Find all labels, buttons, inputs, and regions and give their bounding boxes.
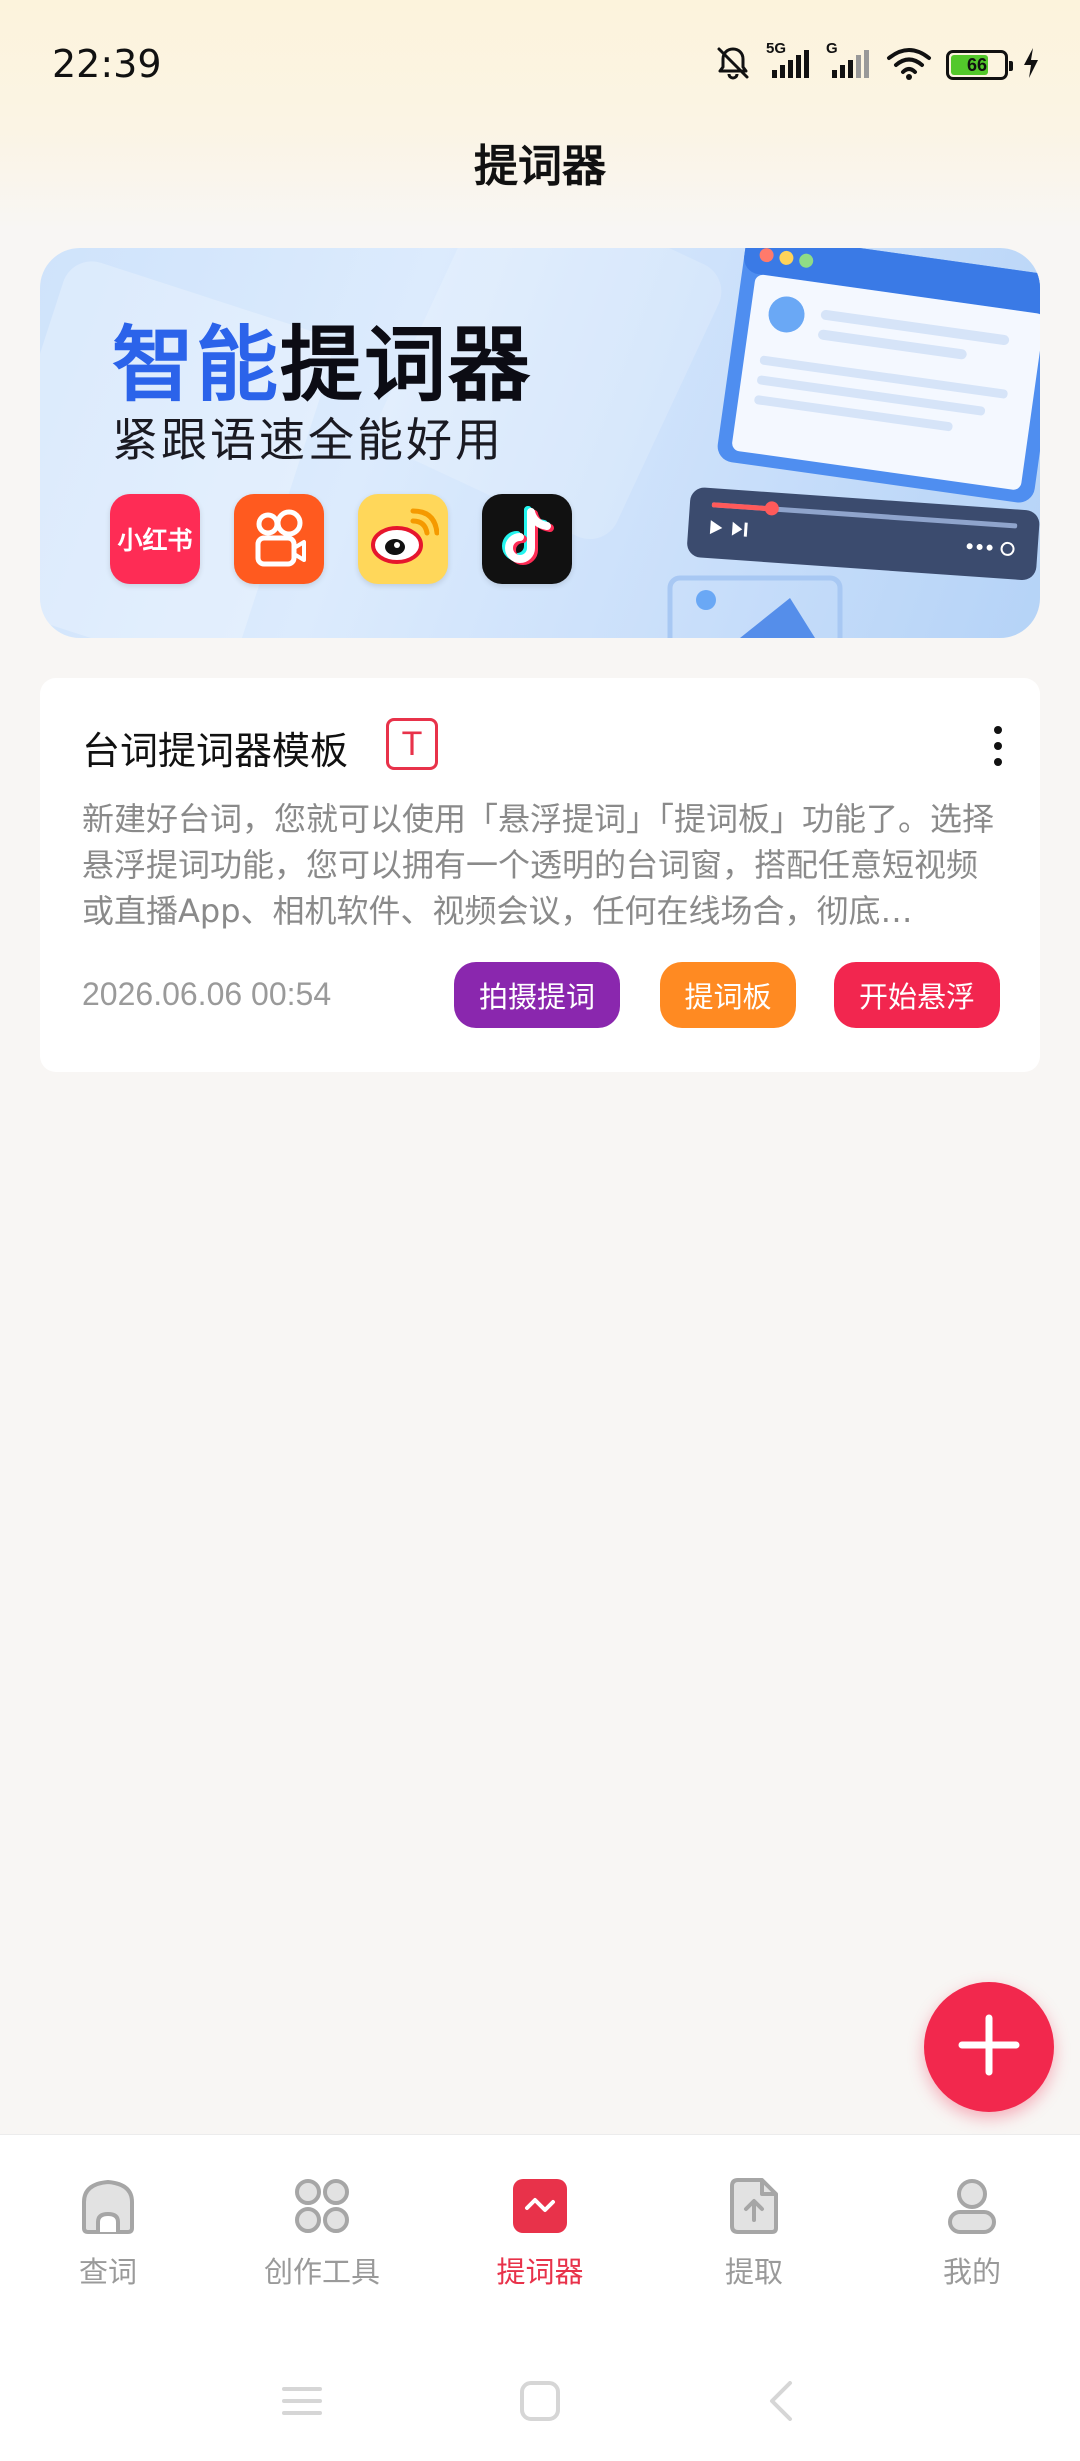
signal-icon: 5G [766, 40, 812, 84]
plus-icon [954, 2010, 1024, 2084]
nav-item-extract[interactable]: 提取 [654, 2175, 854, 2305]
start-float-button[interactable]: 开始悬浮 [834, 962, 1000, 1028]
card-title: 台词提词器模板 [82, 729, 349, 773]
grid-icon [291, 2175, 353, 2237]
nav-item-teleprompter[interactable]: 提词器 [440, 2175, 640, 2305]
card-date: 2026.06.06 00:54 [82, 976, 332, 1012]
kuaishou-icon [234, 494, 324, 584]
nav-label-extract: 提取 [724, 2255, 783, 2289]
weibo-icon [358, 494, 448, 584]
nav-label-lookup: 查词 [78, 2255, 137, 2289]
nav-label-creation-tools: 创作工具 [263, 2255, 380, 2289]
xiaohongshu-icon: 小红书 [110, 494, 200, 584]
banner-subtitle: 紧跟语速全能好用 [112, 413, 504, 467]
nav-item-lookup[interactable]: 查词 [8, 2175, 208, 2305]
system-navigation [0, 2351, 1080, 2451]
back-icon[interactable] [760, 2381, 804, 2425]
bell-muted-icon [714, 44, 752, 86]
network-type-1: 5G [766, 40, 787, 57]
extract-icon [723, 2175, 785, 2237]
add-button[interactable] [924, 1982, 1054, 2112]
battery-level: 66 [966, 54, 988, 75]
banner-title-rest: 提词器 [280, 318, 533, 413]
shoot-prompt-button[interactable]: 拍摄提词 [454, 962, 620, 1028]
teleprompter-illustration [640, 248, 1040, 638]
menu-icon[interactable] [280, 2381, 324, 2425]
battery-icon: 66 [946, 50, 1013, 80]
nav-item-creation-tools[interactable]: 创作工具 [222, 2175, 422, 2305]
profile-icon [941, 2175, 1003, 2237]
nav-label-teleprompter: 提词器 [496, 2255, 584, 2289]
prompt-board-button[interactable]: 提词板 [660, 962, 796, 1028]
text-badge-icon: T [386, 718, 438, 770]
home-icon [77, 2175, 139, 2237]
banner-title: 智能提词器 [112, 298, 532, 417]
wifi-icon [886, 46, 932, 84]
nav-item-profile[interactable]: 我的 [872, 2175, 1072, 2305]
text-badge-label: T [401, 724, 423, 763]
network-type-2: G [826, 40, 838, 57]
promo-banner[interactable]: 智能提词器 紧跟语速全能好用 小红书 [40, 248, 1040, 638]
status-time: 22:39 [52, 42, 162, 86]
status-bar: 22:39 5G G 66 [0, 0, 1080, 130]
douyin-icon [482, 494, 572, 584]
status-icons: 5G G 66 [714, 40, 1040, 86]
home-square-icon[interactable] [518, 2381, 562, 2425]
bottom-nav: 查词 创作工具 提词器 提取 我的 [0, 2134, 1080, 2461]
template-card[interactable]: 台词提词器模板 T 新建好台词，您就可以使用「悬浮提词」「提词板」功能了。选择悬… [40, 678, 1040, 1072]
xiaohongshu-label: 小红书 [117, 526, 193, 555]
page-title: 提词器 [474, 141, 606, 192]
teleprompter-icon [509, 2175, 571, 2237]
banner-title-highlight: 智能 [112, 318, 281, 413]
card-description: 新建好台词，您就可以使用「悬浮提词」「提词板」功能了。选择悬浮提词功能，您可以拥… [82, 800, 995, 930]
charging-icon [1022, 47, 1040, 83]
nav-label-profile: 我的 [942, 2255, 1001, 2289]
signal-icon: G [826, 40, 872, 84]
app-icons-row: 小红书 [110, 494, 572, 584]
more-options-icon[interactable] [986, 726, 1010, 766]
